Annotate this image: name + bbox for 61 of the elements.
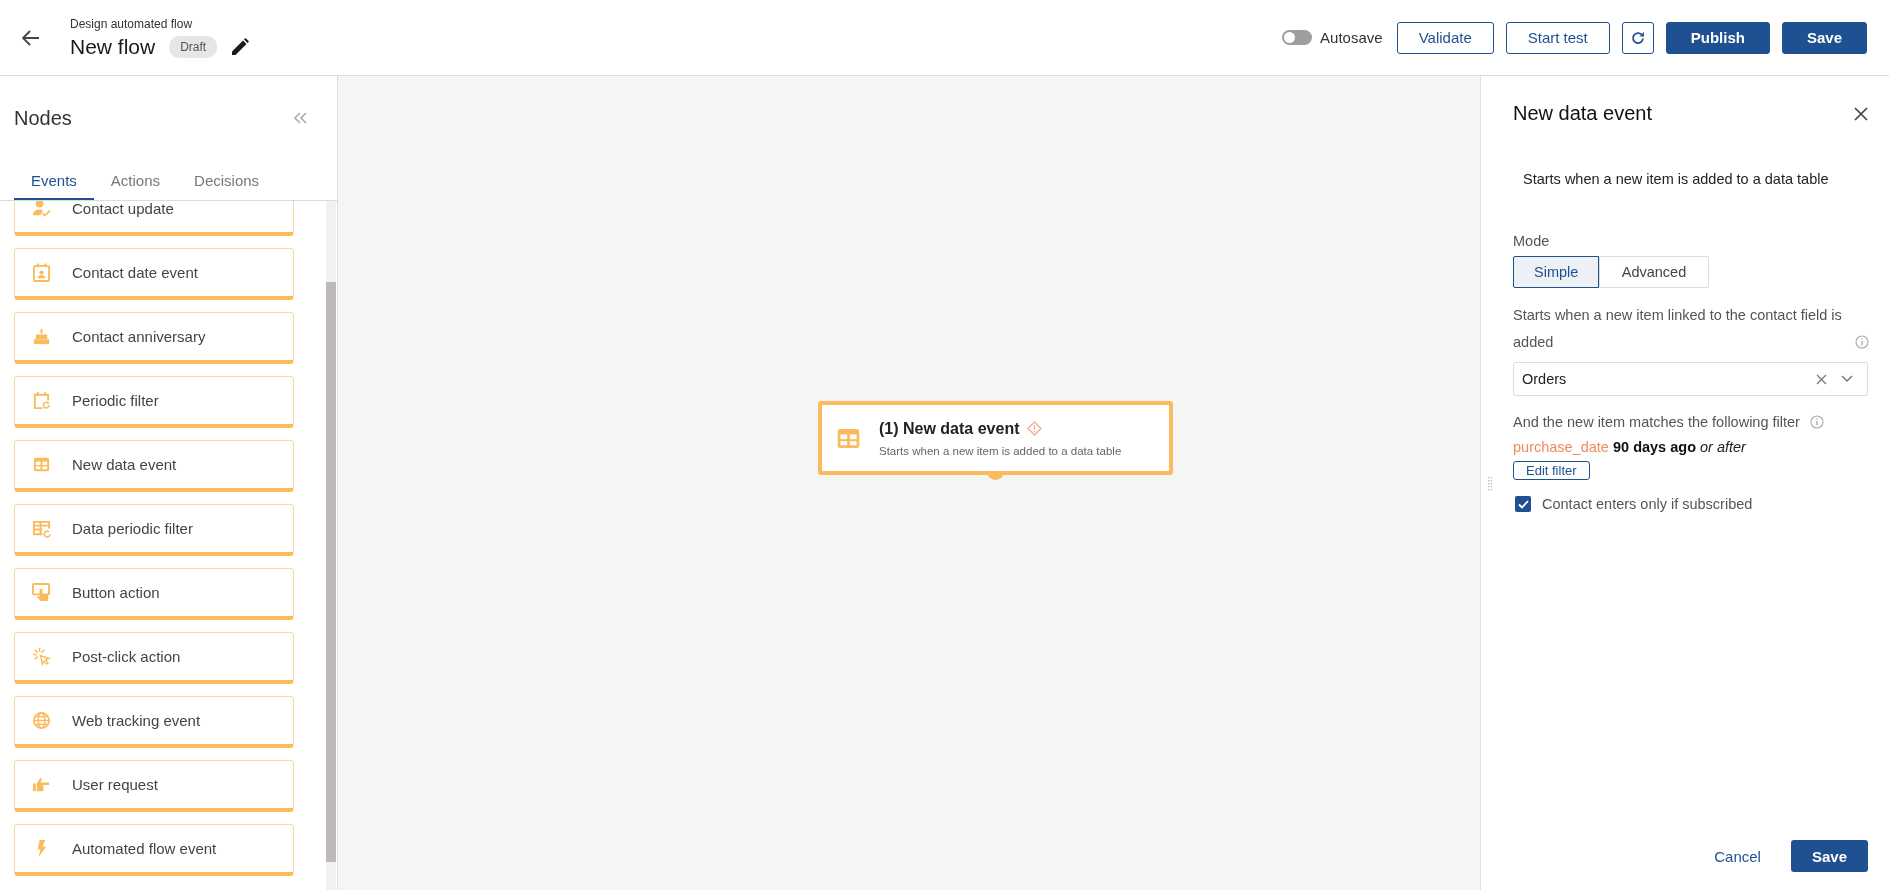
node-item[interactable]: New data event	[14, 440, 294, 492]
edit-filter-button[interactable]: Edit filter	[1513, 461, 1590, 480]
node-item[interactable]: Contact update	[14, 201, 294, 236]
node-tab[interactable]: Decisions	[177, 172, 277, 200]
filter-expression: purchase_date 90 days ago or after	[1513, 439, 1748, 455]
collapse-icon[interactable]	[293, 112, 307, 124]
chevron-down-icon[interactable]	[1841, 375, 1853, 383]
field-label: Mode	[1513, 233, 1551, 249]
status-badge: Draft	[169, 35, 218, 58]
cursor-click-icon	[32, 647, 51, 666]
back-arrow-icon[interactable]	[22, 29, 40, 46]
clear-icon[interactable]	[1816, 373, 1827, 385]
checkbox-label: Contact enters only if subscribed	[1542, 496, 1753, 512]
refresh-icon	[1630, 30, 1645, 45]
node-description: Starts when a new item is added to a data table	[879, 444, 1122, 457]
field-label: Starts when a new item linked to the contact field is added	[1513, 306, 1843, 352]
globe-icon	[32, 711, 51, 730]
pointing-hand-icon	[32, 775, 51, 794]
node-item[interactable]: Contact anniversary	[14, 312, 294, 364]
table-refresh-icon	[32, 519, 51, 538]
flow-title: New flow	[70, 34, 156, 59]
select-field[interactable]: Orders	[1513, 362, 1868, 396]
header-button[interactable]: Validate	[1396, 21, 1494, 54]
calendar-refresh-icon	[32, 391, 51, 410]
field-label: And the new item matches the following filter	[1513, 414, 1800, 430]
sidebar-title: Nodes	[14, 106, 72, 130]
tap-icon	[32, 583, 51, 602]
mode-option[interactable]: Advanced	[1599, 256, 1709, 288]
header-button[interactable]: Publish	[1665, 21, 1770, 54]
node-item[interactable]: Automated flow event	[14, 824, 294, 876]
panel-description: Starts when a new item is added to a data table	[1523, 171, 1830, 187]
drag-handle-icon[interactable]	[1488, 477, 1492, 491]
panel-title: New data event	[1513, 102, 1652, 125]
node-title: (1) New data event	[879, 419, 1020, 438]
node-item[interactable]: Web tracking event	[14, 696, 294, 748]
table-icon	[32, 455, 51, 474]
pencil-icon[interactable]	[231, 37, 250, 56]
cancel-button[interactable]: Cancel	[1714, 847, 1761, 865]
node-item[interactable]: Button action	[14, 568, 294, 620]
save-button[interactable]: Save	[1790, 840, 1868, 872]
node-tab[interactable]: Actions	[93, 172, 178, 200]
node-item[interactable]: Post-click action	[14, 632, 294, 684]
mode-option[interactable]: Simple	[1513, 256, 1599, 288]
check-icon	[1517, 499, 1529, 509]
node-item[interactable]: User request	[14, 760, 294, 812]
scrollbar-thumb[interactable]	[326, 282, 336, 862]
checkbox[interactable]	[1515, 496, 1531, 512]
node-item[interactable]: Data periodic filter	[14, 504, 294, 556]
refresh-button[interactable]	[1621, 21, 1654, 54]
header-button[interactable]: Start test	[1505, 21, 1610, 54]
autosave-toggle[interactable]	[1282, 30, 1313, 45]
autosave-label: Autosave	[1320, 29, 1383, 46]
person-check-icon	[32, 201, 51, 218]
node-item[interactable]: Periodic filter	[14, 376, 294, 428]
calendar-icon	[32, 263, 51, 282]
flow-node[interactable]: (1) New data event Starts when a new item is added to a data table	[818, 401, 1173, 475]
header-button[interactable]: Save	[1781, 21, 1867, 54]
node-item[interactable]: Contact date event	[14, 248, 294, 300]
page-subtitle: Design automated flow	[70, 16, 194, 31]
cake-icon	[32, 327, 51, 346]
close-icon[interactable]	[1854, 106, 1868, 121]
